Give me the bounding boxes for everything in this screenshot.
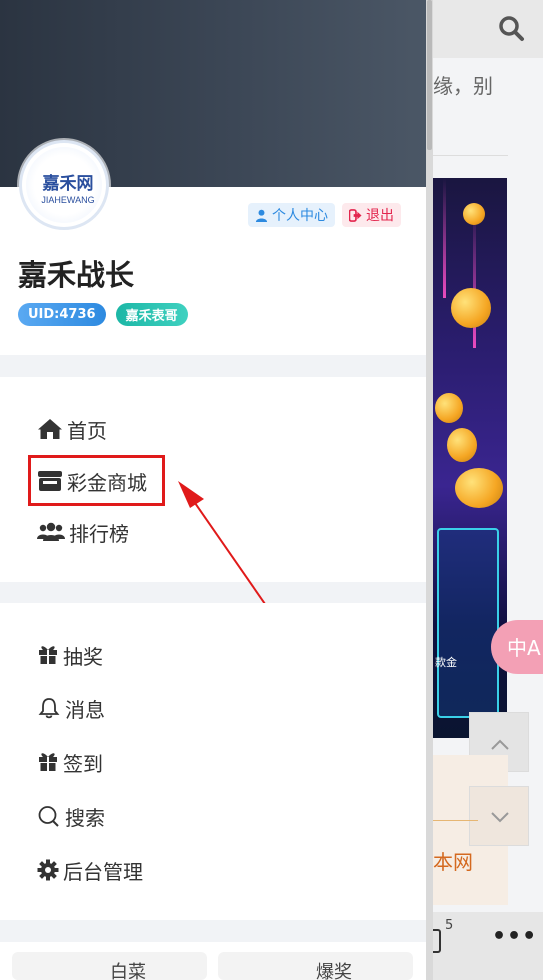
nav-item-label: 首页: [67, 418, 107, 443]
translate-button[interactable]: 中A: [491, 620, 543, 674]
avatar-logo-text: 嘉禾网: [42, 174, 94, 194]
nav-item-label: 抽奖: [63, 644, 103, 669]
nav-item-lottery[interactable]: 抽奖: [37, 640, 103, 670]
search-icon: [38, 806, 59, 827]
nav-item-label: 搜索: [65, 805, 105, 830]
nav-item-admin[interactable]: 后台管理: [37, 855, 143, 885]
banner-label: 款金: [435, 656, 457, 669]
personal-center-button[interactable]: 个人中心: [248, 203, 335, 227]
nav-item-label: 排行榜: [69, 521, 129, 546]
shortcut-jackpot[interactable]: 爆奖: [218, 952, 413, 980]
background-divider: [433, 155, 508, 156]
user-group-badge: 嘉禾表哥: [115, 303, 188, 326]
background-article-text: 缘，别: [433, 74, 493, 98]
uid-badge: UID:4736: [18, 303, 106, 326]
background-orange-divider: [433, 820, 478, 821]
scroll-down-button[interactable]: [469, 786, 529, 846]
nav-item-leaderboard[interactable]: 排行榜: [37, 517, 129, 547]
bell-icon: [38, 698, 60, 719]
nav-item-label: 签到: [63, 751, 103, 776]
chevron-down-icon: [491, 812, 509, 823]
more-icon[interactable]: •••: [492, 924, 537, 949]
nav-item-label: 消息: [65, 697, 105, 722]
background-link-text[interactable]: 本网: [433, 846, 473, 875]
annotation-highlight-box: [28, 455, 165, 506]
nav-item-label: 后台管理: [63, 859, 143, 884]
nav-item-checkin[interactable]: 签到: [37, 747, 103, 777]
profile-actions: 个人中心 退出: [248, 203, 401, 227]
notification-count: 5: [445, 918, 454, 933]
drawer-scrollbar-thumb[interactable]: [427, 0, 432, 150]
users-icon: [37, 522, 65, 541]
username: 嘉禾战长: [18, 258, 135, 292]
logout-label: 退出: [366, 208, 394, 224]
shortcut-cabbage[interactable]: 白菜: [12, 952, 207, 980]
gear-icon: [37, 859, 59, 881]
logout-button[interactable]: 退出: [342, 203, 401, 227]
search-icon[interactable]: [497, 14, 525, 42]
nav-item-messages[interactable]: 消息: [37, 693, 105, 723]
nav-item-home[interactable]: 首页: [37, 414, 107, 444]
personal-center-label: 个人中心: [272, 208, 328, 224]
home-icon: [38, 419, 62, 439]
user-icon: [255, 209, 268, 222]
avatar[interactable]: 嘉禾网 JIAHEWANG: [19, 140, 109, 230]
gift-icon: [39, 753, 57, 771]
side-drawer: 嘉禾网 JIAHEWANG 个人中心 退出 嘉禾战长 UID:4736 嘉禾表哥: [0, 0, 433, 980]
avatar-logo-subtext: JIAHEWANG: [41, 195, 95, 205]
nav-item-search[interactable]: 搜索: [37, 801, 105, 831]
gift-icon: [39, 646, 57, 664]
sign-out-icon: [349, 208, 362, 222]
user-tags: UID:4736 嘉禾表哥: [18, 303, 188, 326]
